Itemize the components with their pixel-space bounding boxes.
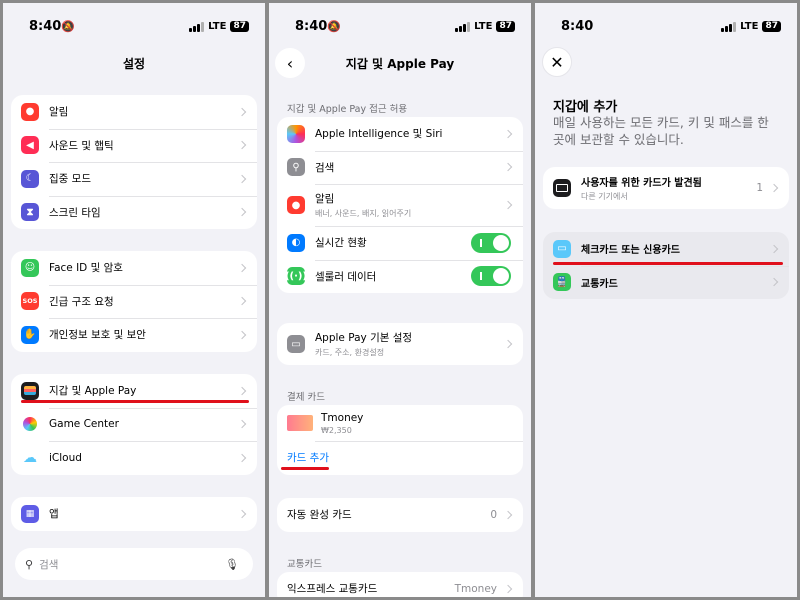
gamecenter-icon <box>21 415 39 434</box>
status-time: 8:40 <box>295 19 328 34</box>
cloud-icon: ☁ <box>21 448 39 467</box>
faceid-icon: ☺ <box>21 258 39 277</box>
bell-icon: ● <box>287 196 305 214</box>
access-row-siri[interactable]: Apple Intelligence 및 Siri <box>277 117 523 151</box>
hand-icon: ✋ <box>21 325 39 344</box>
access-row-search[interactable]: ⚲ 검색 <box>277 150 523 185</box>
creditcard-icon: ▭ <box>553 239 571 258</box>
network-type: LTE <box>208 21 227 32</box>
settings-group-apps: ▦ 앱 <box>11 497 257 531</box>
settings-row-icloud[interactable]: ☁ iCloud <box>11 441 257 475</box>
access-group: Apple Intelligence 및 Siri ⚲ 검색 ● 알림 배너, 사… <box>277 117 523 293</box>
siri-icon <box>287 124 305 143</box>
settings-panel: 8:40 🔕 LTE 87 설정 ● 알림 ◀ 사운드 및 햅틱 ☾ 집중 모드… <box>3 3 265 597</box>
battery-level: 87 <box>496 21 515 32</box>
page-description: 매일 사용하는 모든 카드, 키 및 패스를 한 곳에 보관할 수 있습니다. <box>553 115 769 147</box>
cellular-icon: ((·)) <box>285 267 307 286</box>
wallet-icon <box>553 179 571 197</box>
close-icon: ✕ <box>550 52 564 72</box>
settings-row-notifications[interactable]: ● 알림 <box>11 95 257 129</box>
sos-icon: SOS <box>21 292 39 311</box>
found-cards-row[interactable]: 사용자를 위한 카드가 발견됨 다른 기기에서 1 <box>543 167 789 209</box>
settings-row-privacy[interactable]: ✋ 개인정보 보호 및 보안 <box>11 318 257 352</box>
access-row-notifications[interactable]: ● 알림 배너, 사운드, 배지, 읽어주기 <box>277 184 523 226</box>
status-time: 8:40 <box>561 19 594 34</box>
signal-icon <box>189 21 205 32</box>
settings-group-security: ☺ Face ID 및 암호 SOS 긴급 구조 요청 ✋ 개인정보 보호 및 … <box>11 251 257 352</box>
creditcard-icon: ▭ <box>287 335 305 353</box>
option-row-credit-card[interactable]: ▭ 체크카드 또는 신용카드 <box>543 232 789 266</box>
highlight-underline <box>553 262 783 265</box>
access-row-live-activities: ◐ 실시간 현황 <box>277 226 523 260</box>
search-icon: ⚲ <box>25 557 34 571</box>
microphone-icon[interactable]: 🎙 <box>225 558 239 571</box>
silent-bell-icon: 🔕 <box>327 20 341 33</box>
add-to-wallet-panel: 8:40 LTE 87 ✕ 지갑에 추가 매일 사용하는 모든 카드, 키 및 … <box>535 3 797 597</box>
settings-group-apps-services: 지갑 및 Apple Pay Game Center ☁ iCloud <box>11 374 257 475</box>
status-time: 8:40 <box>29 19 62 34</box>
signal-icon <box>721 21 737 32</box>
tmoney-card-thumbnail <box>287 415 313 431</box>
highlight-underline <box>281 467 329 470</box>
search-icon: ⚲ <box>287 158 305 177</box>
apple-pay-defaults-group: ▭ Apple Pay 기본 설정 카드, 주소, 환경설정 <box>277 323 523 365</box>
section-header-access: 지갑 및 Apple Pay 접근 허용 <box>287 104 408 115</box>
access-row-cellular: ((·)) 셀룰러 데이터 <box>277 259 523 294</box>
page-title: 설정 <box>122 57 146 71</box>
apple-pay-defaults-row[interactable]: ▭ Apple Pay 기본 설정 카드, 주소, 환경설정 <box>277 323 523 365</box>
wallet-settings-panel: 8:40 🔕 LTE 87 ‹ 지갑 및 Apple Pay 지갑 및 Appl… <box>269 3 531 597</box>
settings-row-faceid[interactable]: ☺ Face ID 및 암호 <box>11 251 257 285</box>
hourglass-icon: ⧗ <box>21 203 39 222</box>
highlight-underline <box>21 400 249 403</box>
apps-icon: ▦ <box>21 504 39 523</box>
page-title: 지갑에 추가 <box>553 100 618 115</box>
transit-group: 익스프레스 교통카드 Tmoney <box>277 572 523 597</box>
page-title: 지갑 및 Apple Pay <box>345 57 455 71</box>
live-activities-toggle[interactable] <box>471 232 511 253</box>
add-options-group: ▭ 체크카드 또는 신용카드 🚆 교통카드 <box>543 232 789 299</box>
battery-level: 87 <box>762 21 781 32</box>
section-header-payment: 결제 카드 <box>287 392 325 403</box>
battery-level: 87 <box>230 21 249 32</box>
moon-icon: ☾ <box>21 169 39 188</box>
speaker-icon: ◀ <box>21 136 39 155</box>
card-row-tmoney[interactable]: Tmoney ₩2,350 <box>277 405 523 441</box>
settings-row-focus[interactable]: ☾ 집중 모드 <box>11 162 257 196</box>
add-card-link[interactable]: 카드 추가 <box>287 450 329 465</box>
search-field[interactable]: ⚲ 검색 🎙 <box>15 548 253 580</box>
cellular-toggle[interactable] <box>471 266 511 287</box>
status-bar: 8:40 🔕 LTE 87 <box>3 19 265 37</box>
bell-icon: ● <box>21 102 39 121</box>
wallet-icon <box>21 381 39 400</box>
status-bar: 8:40 🔕 LTE 87 <box>269 19 531 37</box>
close-button[interactable]: ✕ <box>542 47 572 77</box>
settings-row-gamecenter[interactable]: Game Center <box>11 407 257 442</box>
silent-bell-icon: 🔕 <box>61 20 75 33</box>
autofill-row[interactable]: 자동 완성 카드 0 <box>277 498 523 532</box>
option-row-transit-card[interactable]: 🚆 교통카드 <box>543 265 789 300</box>
status-bar: 8:40 LTE 87 <box>535 19 797 37</box>
settings-row-sound[interactable]: ◀ 사운드 및 햅틱 <box>11 128 257 163</box>
live-activity-icon: ◐ <box>287 233 305 252</box>
autofill-group: 자동 완성 카드 0 <box>277 498 523 532</box>
train-icon: 🚆 <box>553 273 571 292</box>
section-header-transit: 교통카드 <box>287 559 322 570</box>
settings-row-sos[interactable]: SOS 긴급 구조 요청 <box>11 284 257 319</box>
payment-cards-group: Tmoney ₩2,350 카드 추가 <box>277 405 523 475</box>
found-cards-group: 사용자를 위한 카드가 발견됨 다른 기기에서 1 <box>543 167 789 209</box>
network-type: LTE <box>474 21 493 32</box>
settings-row-screentime[interactable]: ⧗ 스크린 타임 <box>11 195 257 230</box>
settings-group-notifications: ● 알림 ◀ 사운드 및 햅틱 ☾ 집중 모드 ⧗ 스크린 타임 <box>11 95 257 229</box>
search-placeholder: 검색 <box>39 558 59 571</box>
network-type: LTE <box>740 21 759 32</box>
express-transit-row[interactable]: 익스프레스 교통카드 Tmoney <box>277 572 523 597</box>
signal-icon <box>455 21 471 32</box>
settings-row-apps[interactable]: ▦ 앱 <box>11 497 257 531</box>
